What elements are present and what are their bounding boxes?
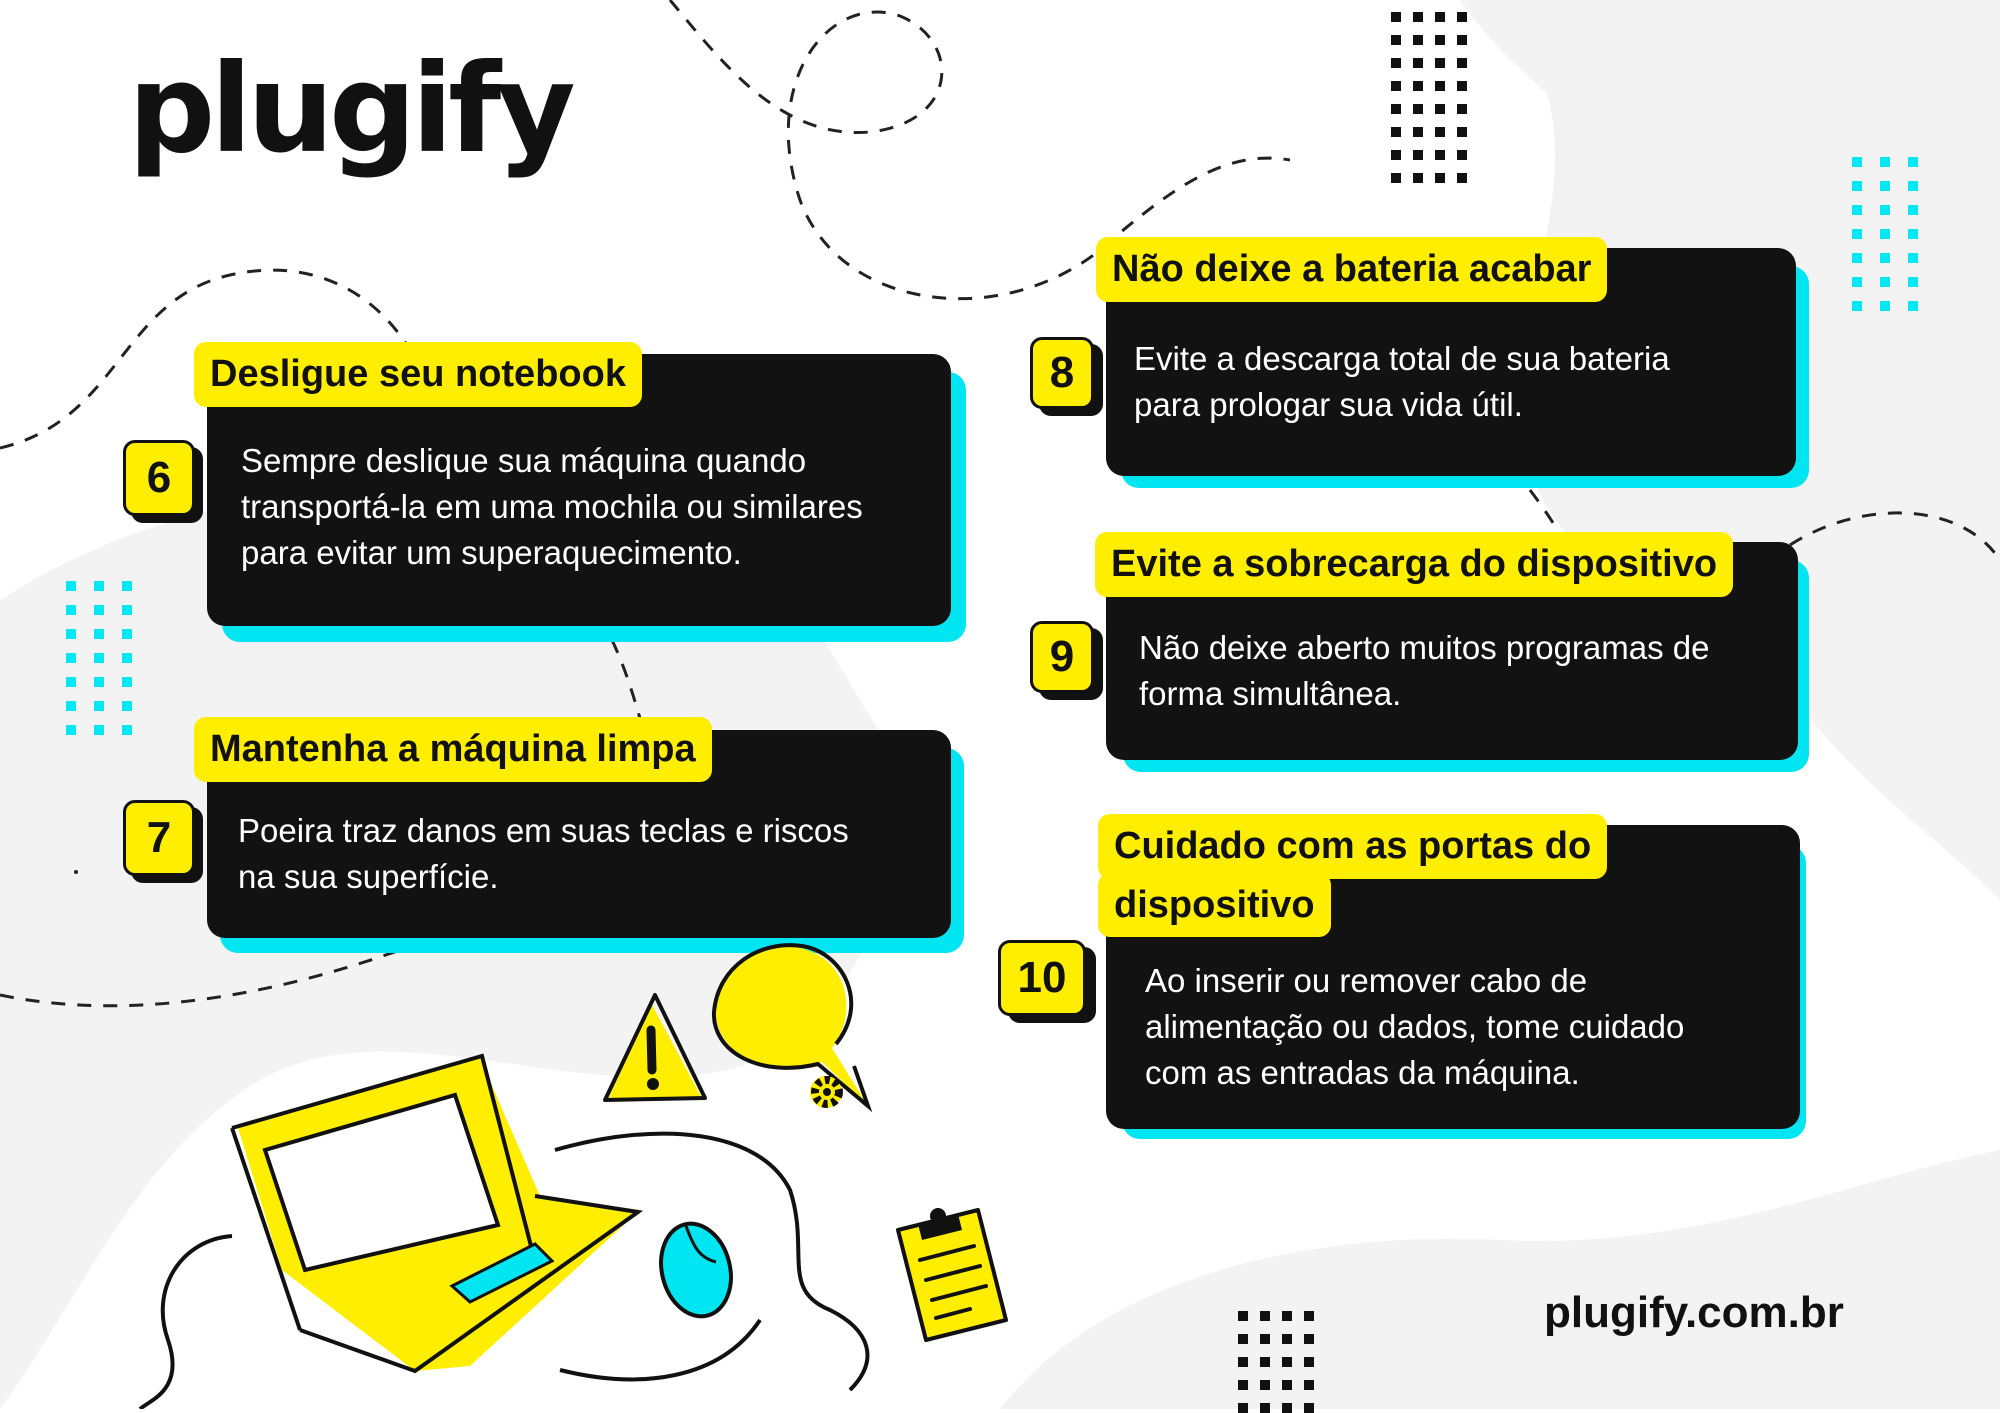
mouse-icon xyxy=(659,1221,733,1319)
warning-icon xyxy=(603,993,707,1102)
website-url[interactable]: plugify.com.br xyxy=(1544,1288,1844,1338)
gear-bubble-icon xyxy=(711,943,873,1113)
clipboard-icon xyxy=(896,1208,1008,1342)
laptop-icon xyxy=(230,1053,762,1382)
illustration xyxy=(138,943,1008,1409)
